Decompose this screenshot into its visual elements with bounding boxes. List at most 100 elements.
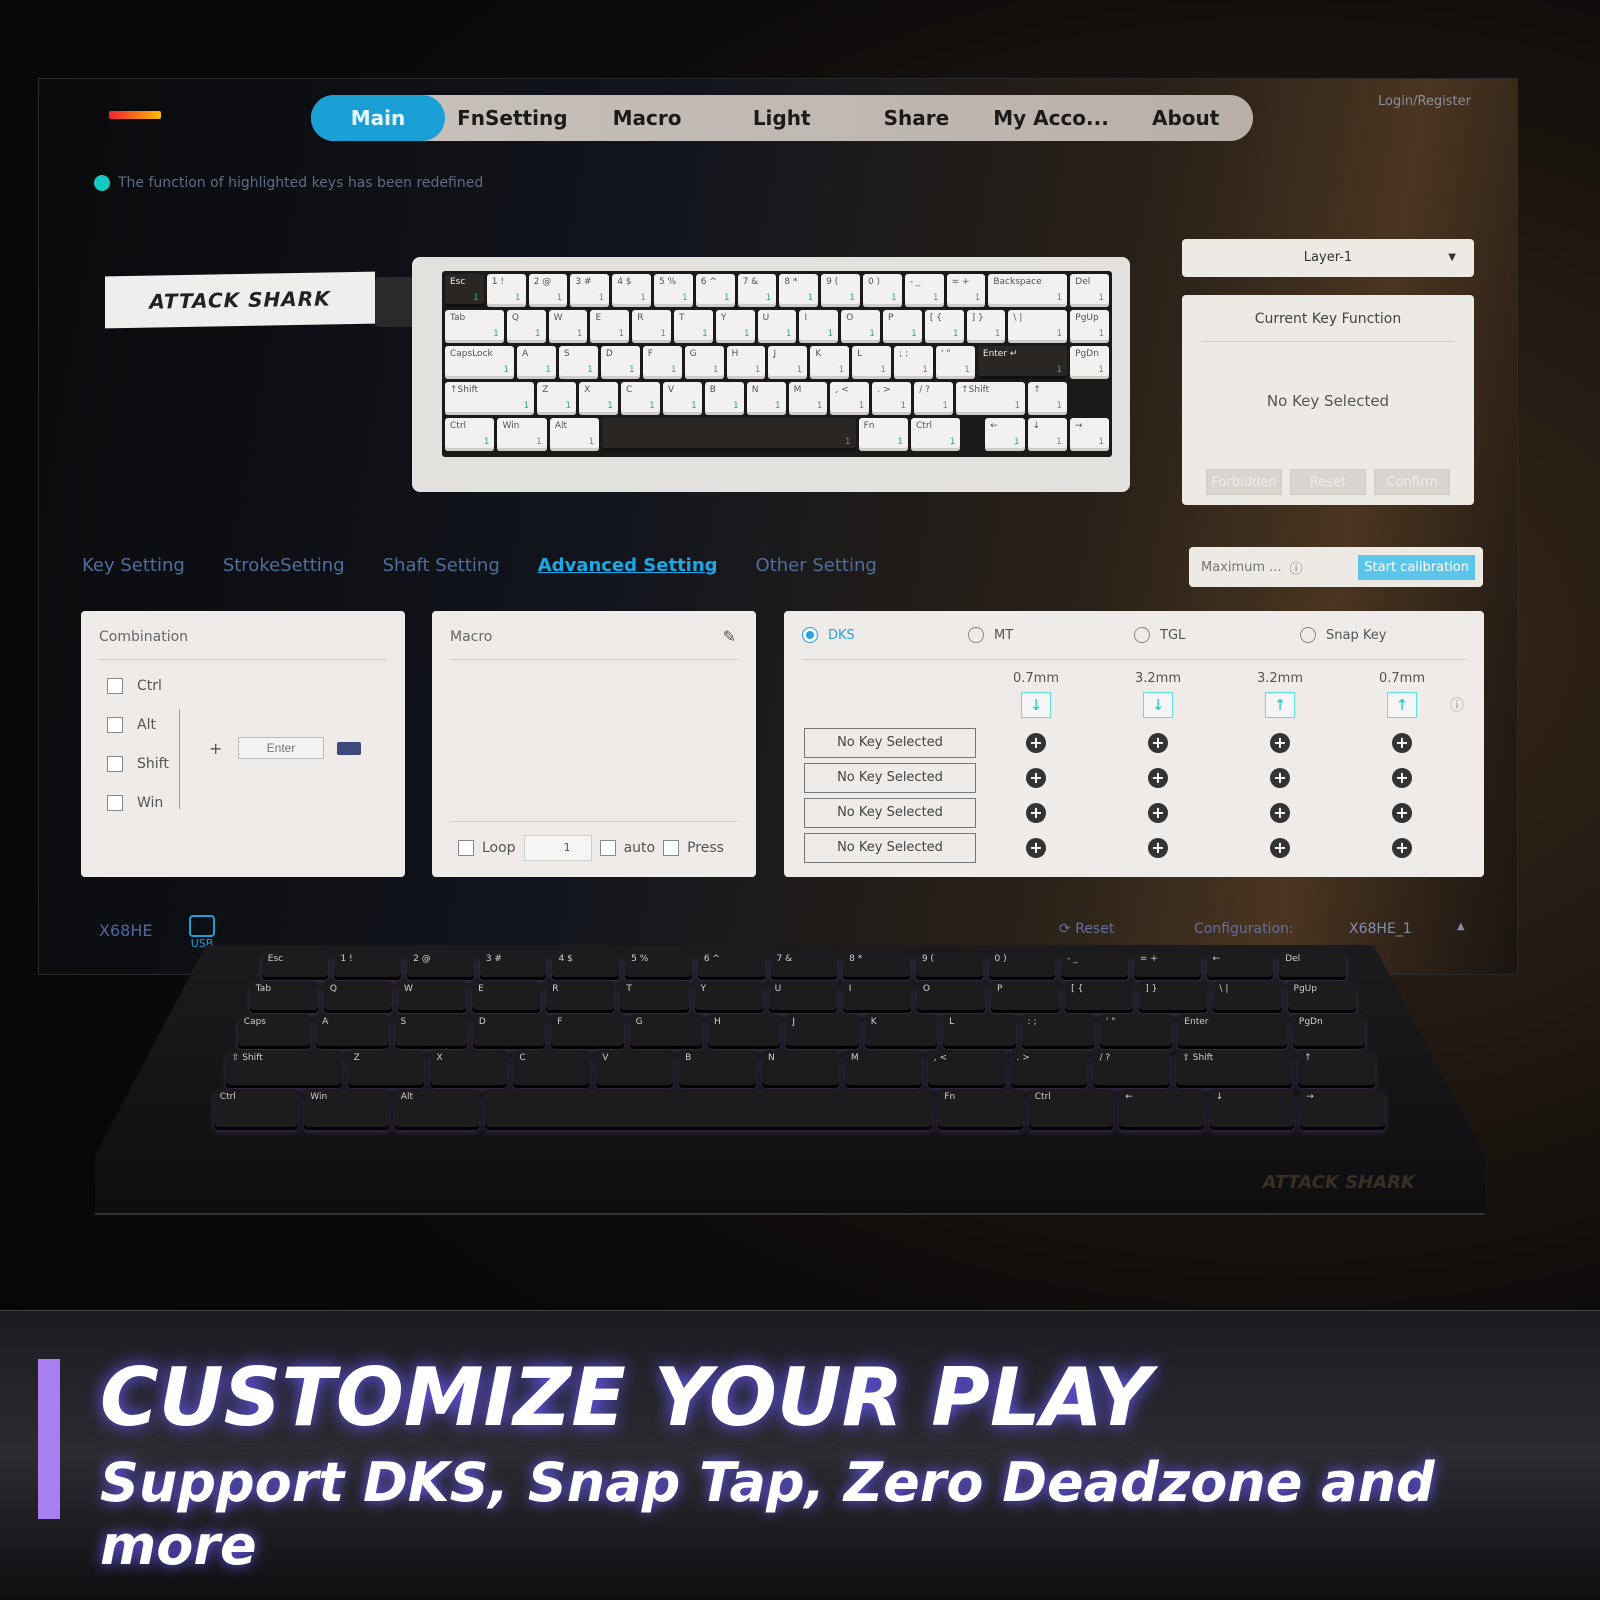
key[interactable]: Esc 1 [445,274,484,307]
key[interactable]: PgUp 1 [1070,310,1110,343]
edit-pencil-icon[interactable]: ✎ [723,627,736,646]
radio-button[interactable] [968,627,984,643]
add-action-icon[interactable]: + [1026,733,1046,753]
key[interactable]: R1 [632,310,672,343]
nav-tab-macro[interactable]: Macro [580,95,715,141]
key[interactable]: B1 [704,382,744,415]
tab-shaft-setting[interactable]: Shaft Setting [383,555,500,576]
key[interactable]: Backspace 1 [988,274,1068,307]
key[interactable]: \ | 1 [1008,310,1068,343]
key[interactable]: 0 ) 1 [862,274,902,307]
key[interactable]: A1 [517,346,556,379]
add-action-icon[interactable]: + [1026,803,1046,823]
key[interactable]: ; : 1 [894,346,933,379]
checkbox[interactable] [107,717,123,733]
add-action-icon[interactable]: + [1270,838,1290,858]
key[interactable]: K1 [810,346,850,379]
combination-key-input[interactable] [238,737,324,759]
add-action-icon[interactable]: + [1392,733,1412,753]
nav-tab-main[interactable]: Main [311,95,445,141]
key[interactable]: H1 [726,346,766,379]
keyboard-icon[interactable] [337,742,361,755]
press-checkbox[interactable] [663,840,680,856]
tab-key-setting[interactable]: Key Setting [82,555,185,576]
checkbox[interactable] [107,678,123,694]
modifier-alt[interactable]: Alt [107,717,405,733]
key[interactable]: Del 1 [1070,274,1110,307]
key[interactable]: ← 1 [985,418,1025,451]
add-action-icon[interactable]: + [1392,838,1412,858]
key[interactable]: J1 [768,346,808,379]
key[interactable]: 7 & 1 [737,274,777,307]
key[interactable]: Ctrl 1 [445,418,495,451]
key[interactable]: . > 1 [872,382,912,415]
press-down-icon[interactable]: ↓ [1143,692,1173,718]
release-up-icon[interactable]: ↑ [1265,692,1295,718]
add-action-icon[interactable]: + [1392,768,1412,788]
nav-tab-share[interactable]: Share [849,95,984,141]
key[interactable]: G1 [684,346,724,379]
key[interactable]: ↓ 1 [1027,418,1067,451]
config-select[interactable]: X68HE_1 [1349,921,1412,937]
key[interactable]: - _ 1 [904,274,944,307]
radio-button[interactable] [1134,627,1150,643]
key[interactable]: D1 [600,346,640,379]
key[interactable]: O1 [841,310,881,343]
key[interactable]: / ? 1 [914,382,954,415]
key[interactable]: , < 1 [830,382,870,415]
add-action-icon[interactable]: + [1148,733,1168,753]
mode-tgl[interactable]: TGL [1134,627,1300,643]
key[interactable]: 5 % 1 [653,274,693,307]
help-icon[interactable]: ⓘ [1290,558,1303,577]
add-action-icon[interactable]: + [1148,803,1168,823]
add-action-icon[interactable]: + [1148,768,1168,788]
expand-caret-icon[interactable]: ▲ [1457,921,1465,932]
nav-tab-fnsetting[interactable]: FnSetting [445,95,580,141]
key[interactable]: ↑ 1 [1028,382,1068,415]
add-action-icon[interactable]: + [1270,768,1290,788]
dks-key-slot[interactable]: No Key Selected [804,728,976,758]
nav-tab-about[interactable]: About [1118,95,1253,141]
key[interactable]: P1 [883,310,922,343]
start-calibration-button[interactable]: Start calibration [1358,554,1475,580]
key[interactable]: T1 [674,310,713,343]
key[interactable]: Win 1 [497,418,547,451]
tab-strokesetting[interactable]: StrokeSetting [223,555,345,576]
add-action-icon[interactable]: + [1392,803,1412,823]
release-up-icon[interactable]: ↑ [1387,692,1417,718]
maximum-select[interactable]: Maximum ... [1201,560,1282,575]
key[interactable]: Fn 1 [858,418,908,451]
add-action-icon[interactable]: + [1148,838,1168,858]
key[interactable]: Z1 [537,382,577,415]
key[interactable]: Enter ↵ 1 [977,346,1068,379]
press-down-icon[interactable]: ↓ [1021,692,1051,718]
travel-value[interactable]: 0.7mm [1006,671,1066,686]
tab-other-setting[interactable]: Other Setting [756,555,877,576]
key[interactable]: = + 1 [946,274,986,307]
nav-tab-light[interactable]: Light [714,95,849,141]
key[interactable]: → 1 [1069,418,1110,451]
layer-select[interactable]: Layer-1 ▼ [1182,239,1474,277]
reset-link[interactable]: ⟳ Reset [1059,921,1114,937]
confirm-button[interactable]: Confirm [1374,469,1450,495]
key[interactable]: M1 [788,382,828,415]
key[interactable]: ↑Shift 1 [445,382,535,415]
loop-count-stepper[interactable]: 1 [523,835,592,861]
key[interactable]: Q1 [506,310,546,343]
key[interactable]: ' " 1 [936,346,975,379]
radio-button[interactable] [802,627,818,643]
key[interactable]: F1 [642,346,682,379]
forbidden-button[interactable]: Forbidden [1206,469,1282,495]
key[interactable]: 4 $ 1 [612,274,651,307]
loop-checkbox[interactable] [458,840,474,856]
key[interactable]: PgDn 1 [1070,346,1110,379]
nav-tab-my-acco-[interactable]: My Acco... [984,95,1119,141]
key[interactable]: ↑Shift 1 [956,382,1026,415]
key[interactable]: 3 # 1 [570,274,610,307]
key[interactable]: CapsLock 1 [445,346,515,379]
key[interactable]: 1 ! 1 [486,274,526,307]
travel-value[interactable]: 3.2mm [1250,671,1310,686]
help-icon[interactable]: ⓘ [1450,695,1464,715]
auto-checkbox[interactable] [599,840,616,856]
mode-snap-key[interactable]: Snap Key [1300,627,1466,643]
